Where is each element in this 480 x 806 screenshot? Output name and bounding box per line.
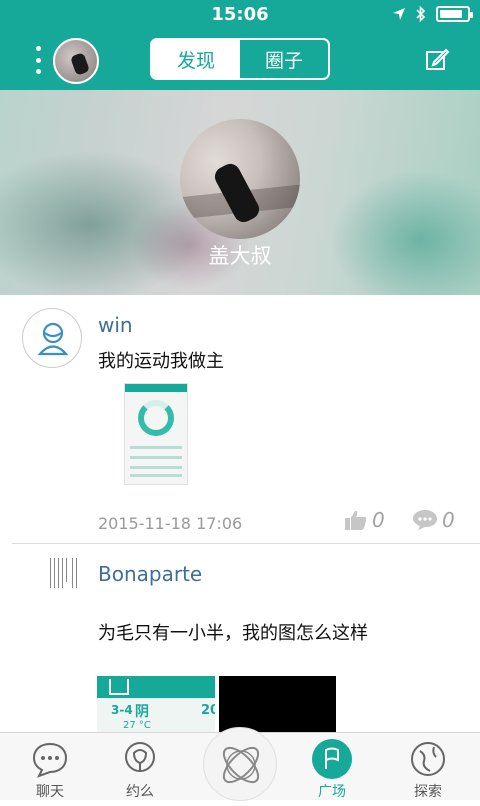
center-action-button[interactable] [203,727,277,801]
tab-explore[interactable]: 探索 [388,733,468,801]
post-image[interactable] [124,383,188,485]
tab-discover[interactable]: 发现 [152,40,240,78]
date-rose-icon [125,742,155,772]
person-icon [37,322,69,356]
post-date: 2015-11-18 17:06 [98,514,243,533]
tab-square[interactable]: 广场 [292,733,372,801]
comment-button[interactable]: 0 [412,508,455,532]
explore-icon [411,742,445,776]
chat-bubble-icon [32,742,68,778]
comment-count: 0 [442,508,455,532]
post-username[interactable]: win [98,313,133,337]
nav-bar: 发现 圈子 [0,30,480,90]
atom-icon [222,746,260,784]
segmented-control: 发现 圈子 [150,38,330,80]
default-avatar[interactable] [22,308,82,368]
banner-username: 盖大叔 [208,244,272,268]
tab-chat[interactable]: 聊天 [10,733,90,801]
feed-post: Bonaparte 为毛只有一小半，我的图怎么这样 3-4 阴 27 °C 20 [0,544,480,736]
bottom-tab-bar: 聊天 约么 广场 探索 [0,727,480,801]
user-avatar[interactable] [53,38,99,84]
profile-banner: 盖大叔 [0,90,480,295]
compose-icon[interactable] [424,46,450,72]
thumbs-up-icon [345,510,367,530]
location-arrow-icon [393,8,405,20]
calligraphy-avatar[interactable] [46,558,80,592]
comment-icon [413,510,437,530]
post-text: 我的运动我做主 [98,351,224,372]
battery-icon [436,6,473,22]
like-button[interactable]: 0 [344,508,385,532]
bluetooth-icon [416,5,426,23]
post-text: 为毛只有一小半，我的图怎么这样 [98,623,368,644]
tab-date[interactable]: 约么 [100,733,180,801]
flag-icon [312,739,352,779]
banner-avatar[interactable] [180,119,300,239]
post-username[interactable]: Bonaparte [98,562,202,586]
home-icon [109,679,129,695]
like-count: 0 [372,508,385,532]
post-image[interactable]: 3-4 阴 27 °C 20 [97,676,215,736]
tab-circle[interactable]: 圈子 [240,40,328,78]
status-bar: 15:06 [0,0,480,30]
more-menu-icon[interactable] [34,46,42,74]
feed-post: win 我的运动我做主 2015-11-18 17:06 0 0 [0,295,480,543]
